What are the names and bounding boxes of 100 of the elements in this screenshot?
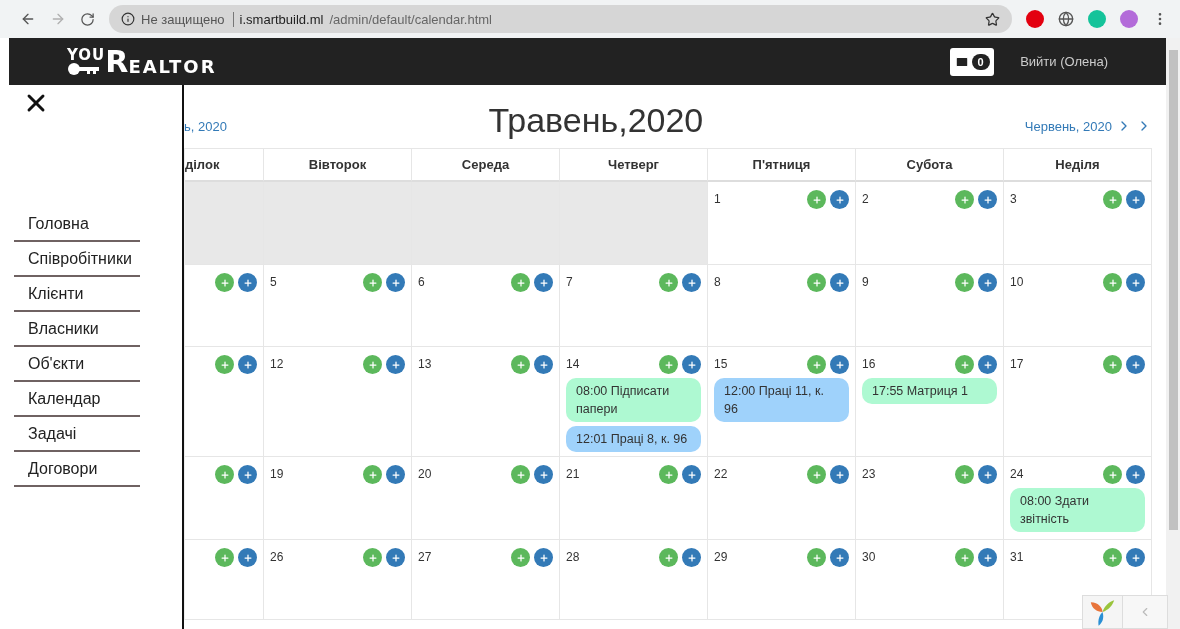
add-button[interactable] [659,465,678,484]
add-button[interactable] [238,355,257,374]
sidebar-item[interactable]: Задачі [14,417,140,452]
add-button[interactable] [1126,548,1145,567]
add-button[interactable] [830,548,849,567]
globe-icon[interactable] [1058,11,1074,27]
add-button[interactable] [659,273,678,292]
add-button[interactable] [978,273,997,292]
plus-icon [538,469,549,480]
add-button[interactable] [238,548,257,567]
reload-icon[interactable] [80,11,95,27]
calendar-event[interactable]: 12:01 Праці 8, к. 96 [566,426,701,452]
sidebar-item[interactable]: Співробітники [14,242,140,277]
add-button[interactable] [511,548,530,567]
add-button[interactable] [955,355,974,374]
add-button[interactable] [215,273,234,292]
avatar-icon[interactable] [1120,10,1138,28]
add-button[interactable] [807,465,826,484]
plus-icon [515,552,526,563]
add-button[interactable] [1126,273,1145,292]
next-month-link[interactable]: Червень, 2020 [1024,118,1152,140]
plus-icon [390,552,401,563]
sidebar-item[interactable]: Договори [14,452,140,487]
sidebar-item[interactable]: Об'єкти [14,347,140,382]
add-button[interactable] [215,548,234,567]
add-button[interactable] [830,190,849,209]
previous-month-link[interactable]: ь, 2020 [184,119,227,140]
add-button[interactable] [1103,273,1122,292]
add-button[interactable] [386,355,405,374]
add-button[interactable] [511,465,530,484]
bookmark-star-icon[interactable] [985,11,1000,27]
plus-icon [811,469,822,480]
add-button[interactable] [363,548,382,567]
calendar-event[interactable]: 08:00 Здати звітність [1010,488,1145,532]
add-button[interactable] [978,190,997,209]
add-button[interactable] [830,355,849,374]
add-button[interactable] [978,548,997,567]
add-button[interactable] [830,465,849,484]
add-button[interactable] [682,273,701,292]
plus-icon [538,277,549,288]
add-button[interactable] [682,465,701,484]
calendar-event[interactable]: 08:00 Підписати папери [566,378,701,422]
add-button[interactable] [682,548,701,567]
add-button[interactable] [955,548,974,567]
add-button[interactable] [363,355,382,374]
add-button[interactable] [238,465,257,484]
add-button[interactable] [534,465,553,484]
add-button[interactable] [978,465,997,484]
calendar-event[interactable]: 17:55 Матриця 1 [862,378,997,404]
add-button[interactable] [978,355,997,374]
add-button[interactable] [1126,355,1145,374]
day-number: 22 [714,466,729,481]
add-button[interactable] [830,273,849,292]
plus-icon [811,277,822,288]
add-button[interactable] [511,273,530,292]
add-button[interactable] [659,548,678,567]
add-button[interactable] [238,273,257,292]
add-button[interactable] [1103,355,1122,374]
extension-icon[interactable] [1026,10,1044,28]
calendar-event[interactable]: 12:00 Праці 11, к. 96 [714,378,849,422]
plus-icon [219,552,230,563]
add-button[interactable] [807,355,826,374]
add-button[interactable] [386,465,405,484]
add-button[interactable] [511,355,530,374]
add-button[interactable] [659,355,678,374]
add-button[interactable] [1103,190,1122,209]
add-button[interactable] [386,548,405,567]
add-button[interactable] [1103,465,1122,484]
add-button[interactable] [1126,465,1145,484]
add-button[interactable] [386,273,405,292]
logout-link[interactable]: Вийти (Олена) [1020,54,1108,69]
add-button[interactable] [955,190,974,209]
add-button[interactable] [215,465,234,484]
add-button[interactable] [534,355,553,374]
add-button[interactable] [955,465,974,484]
day-number: 6 [418,274,426,289]
sidebar-item[interactable]: Клієнти [14,277,140,312]
back-icon[interactable] [20,11,36,27]
add-button[interactable] [1126,190,1145,209]
add-button[interactable] [534,273,553,292]
add-button[interactable] [215,355,234,374]
add-button[interactable] [955,273,974,292]
add-button[interactable] [363,273,382,292]
add-button[interactable] [1103,548,1122,567]
add-button[interactable] [807,273,826,292]
sidebar-item[interactable]: Головна [14,207,140,242]
scrollbar[interactable] [1166,38,1180,629]
sidebar-item[interactable]: Календар [14,382,140,417]
day-number: 8 [714,274,722,289]
add-button[interactable] [682,355,701,374]
plus-icon [834,359,845,370]
messages-button[interactable]: 0 [950,47,995,76]
sidebar-item[interactable]: Власники [14,312,140,347]
add-button[interactable] [534,548,553,567]
address-bar[interactable]: Не защищено i.smartbuild.ml /admin/default/calendar.html [109,5,1012,33]
add-button[interactable] [807,190,826,209]
add-button[interactable] [807,548,826,567]
day-number: 27 [418,549,433,564]
plus-icon [982,552,993,563]
add-button[interactable] [363,465,382,484]
